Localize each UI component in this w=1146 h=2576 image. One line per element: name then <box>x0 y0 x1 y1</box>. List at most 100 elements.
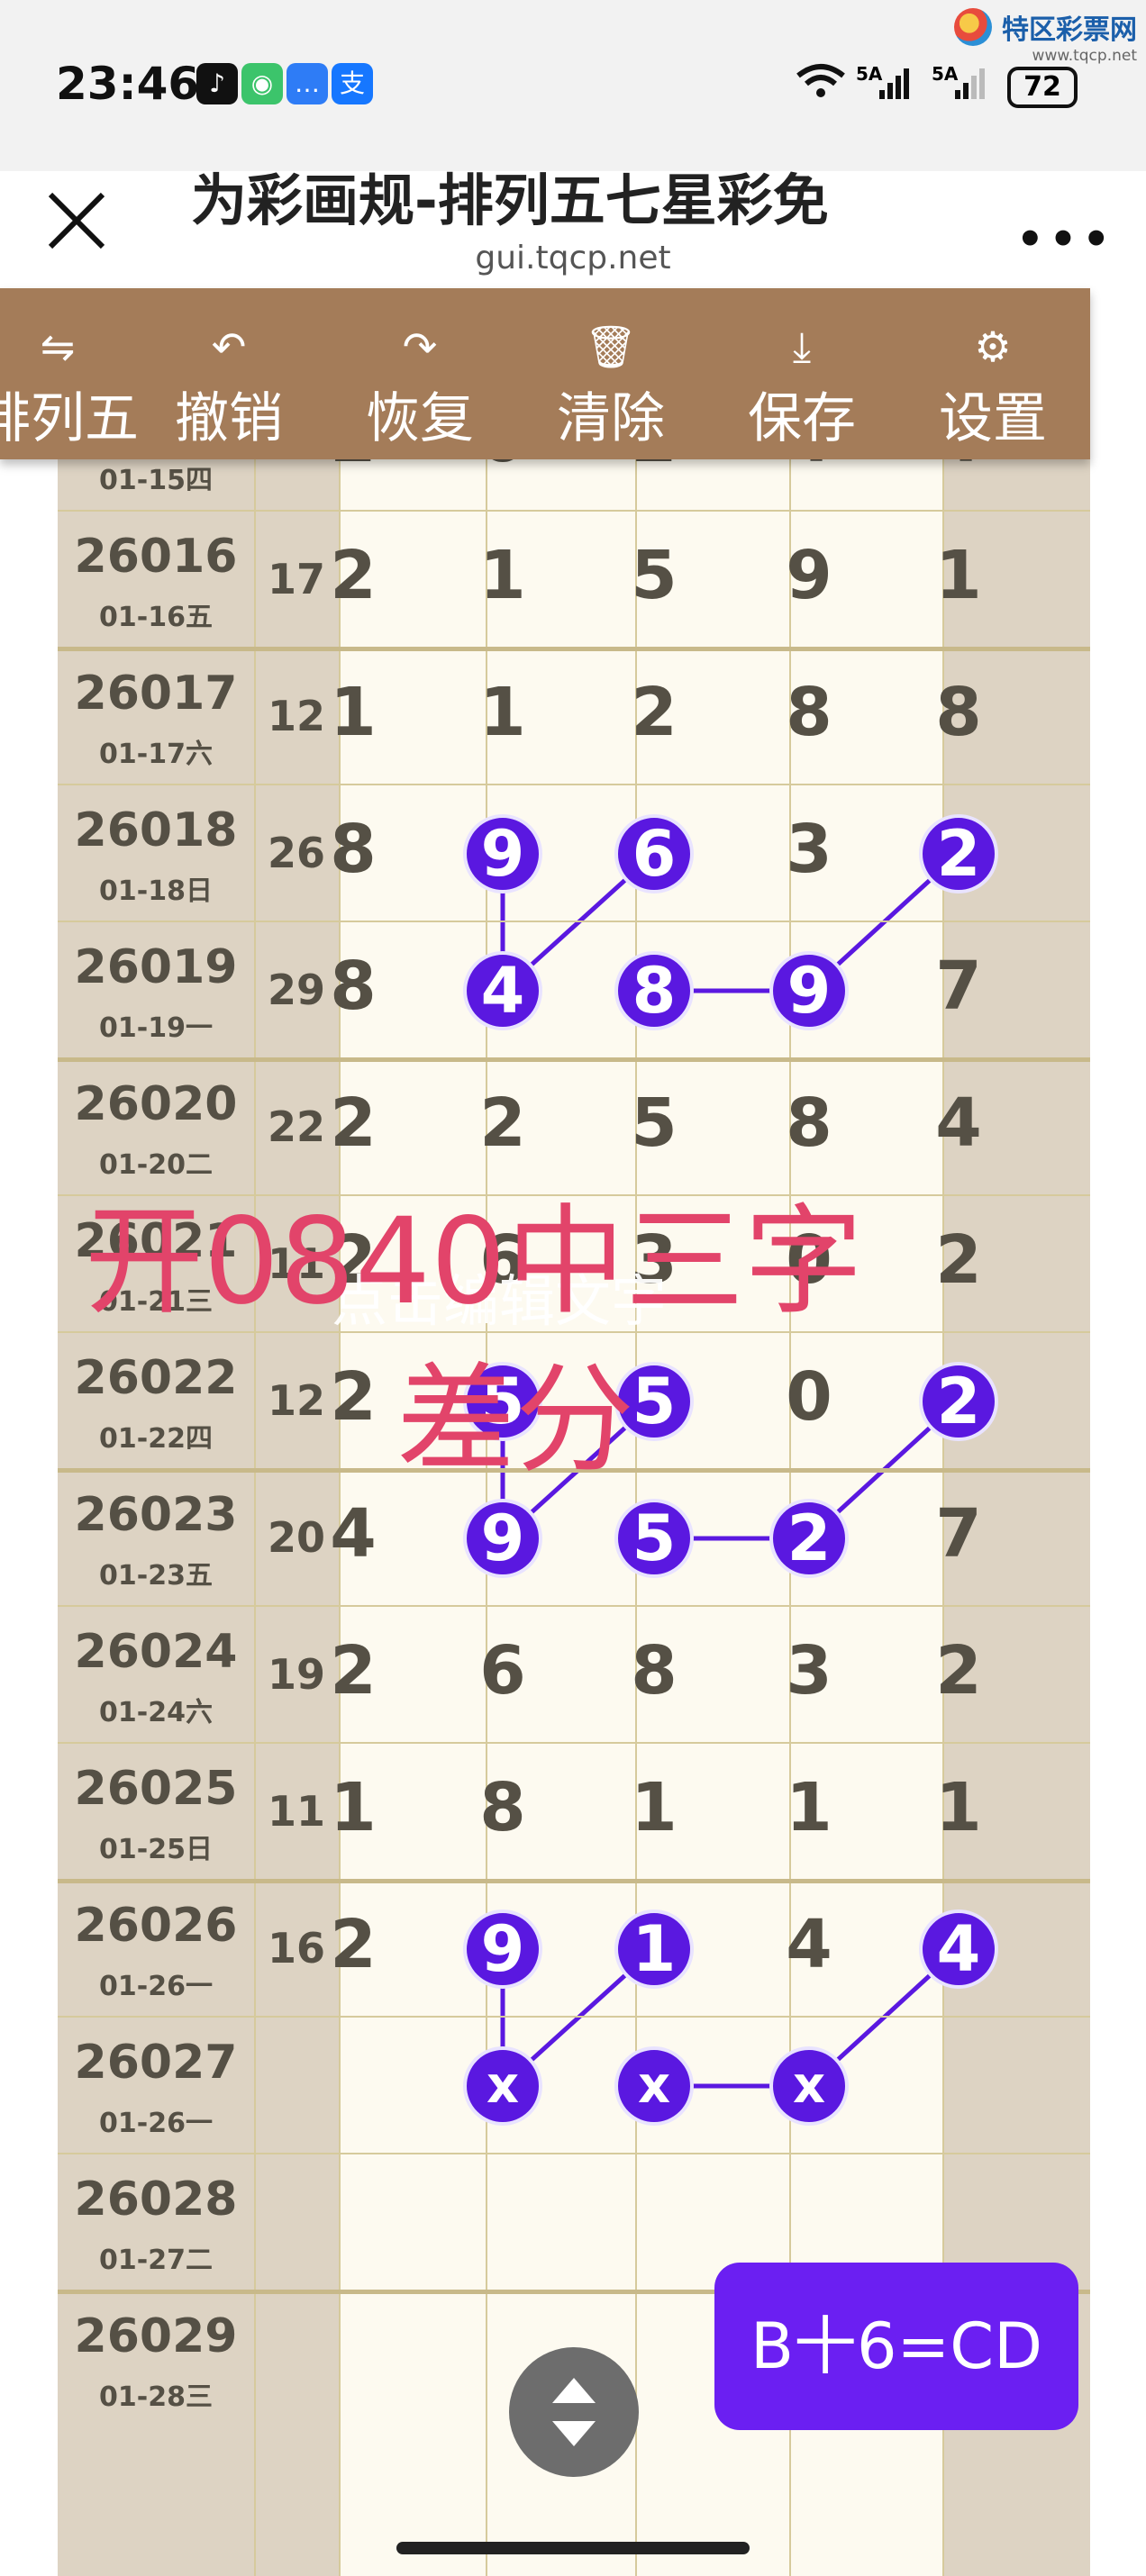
toolbar-label: 清除 <box>557 387 665 450</box>
signal-label-2: 5A <box>932 63 959 85</box>
circled-digit[interactable]: 2 <box>769 1499 849 1578</box>
circled-digit-label: 4 <box>480 954 525 1028</box>
toolbar-label: 排列五 <box>0 387 139 450</box>
circled-digit[interactable]: 1 <box>614 1909 694 1989</box>
digit-cell: 1 <box>330 1769 377 1846</box>
issue-date: 01-23五 <box>99 1560 213 1592</box>
row-divider <box>58 1879 1090 1883</box>
digit-cell: 2 <box>479 1084 526 1162</box>
circled-digit[interactable]: x <box>463 2046 542 2126</box>
circled-digit-label: 5 <box>632 1501 677 1575</box>
redo-icon: ↷ <box>402 322 438 371</box>
circled-digit[interactable]: x <box>769 2046 849 2126</box>
circled-digit-label: x <box>637 2056 671 2115</box>
digit-cell: 1 <box>786 1769 832 1846</box>
issue-number: 26029 <box>74 2309 238 2363</box>
issue-number: 26025 <box>74 1762 238 1816</box>
circled-digit[interactable]: 6 <box>614 814 694 893</box>
clear-icon: 🗑 <box>584 322 638 371</box>
settings-button[interactable]: ⚙ 设置 <box>912 288 1074 459</box>
toolbar-label: 设置 <box>939 387 1047 450</box>
circled-digit-label: 1 <box>632 1912 677 1986</box>
circled-digit[interactable]: 2 <box>919 1362 998 1441</box>
circled-digit-label: 2 <box>936 817 981 891</box>
redo-button[interactable]: ↷ 恢复 <box>339 288 501 459</box>
digit-cell: 2 <box>935 1632 982 1710</box>
signal-icon-2: 5A <box>932 63 991 104</box>
toolbar-label: 撤销 <box>175 387 283 450</box>
page-title: 为彩画规-排列五七星彩免 <box>191 168 829 233</box>
digit-cell: 4 <box>786 1906 832 1983</box>
wechat-mini-icon: ◉ <box>241 63 283 104</box>
annotation-text-line2[interactable]: 差分 <box>396 1324 634 1496</box>
digit-cell: 3 <box>786 1632 832 1710</box>
lottery-select-icon: ⇋ <box>40 322 76 371</box>
undo-icon: ↶ <box>211 322 247 371</box>
up-down-arrows-icon <box>552 2378 596 2446</box>
circled-digit-label: 4 <box>936 1912 981 1986</box>
digit-cell: 4 <box>330 1495 377 1573</box>
toolbar: ⇋ 排列五 ↶ 撤销 ↷ 恢复 🗑 清除 ⤓ 保存 ⚙ 设置 <box>0 288 1090 459</box>
issue-date: 01-26一 <box>99 2108 213 2139</box>
issue-date: 01-26一 <box>99 1971 213 2002</box>
circled-digit[interactable]: 9 <box>769 951 849 1030</box>
circled-digit[interactable]: 9 <box>463 814 542 893</box>
digit-cell: 7 <box>935 1495 982 1573</box>
circled-digit[interactable]: 8 <box>614 951 694 1030</box>
circled-digit-label: x <box>486 2056 520 2115</box>
signal-label-1: 5A <box>856 63 883 85</box>
clear-button[interactable]: 🗑 清除 <box>530 288 692 459</box>
watermark: 特区彩票网 www.tqcp.net <box>953 7 1137 65</box>
circled-digit[interactable]: 4 <box>919 1909 998 1989</box>
issue-date: 01-25日 <box>99 1834 213 1865</box>
battery-indicator: 72 <box>1007 67 1078 108</box>
digit-cell: 3 <box>786 811 832 888</box>
annotation-text-line1[interactable]: 开0840中三字 <box>85 1166 863 1338</box>
digit-cell: 2 <box>935 1221 982 1299</box>
save-icon: ⤓ <box>792 322 812 371</box>
save-button[interactable]: ⤓ 保存 <box>721 288 883 459</box>
circled-digit[interactable]: 5 <box>614 1499 694 1578</box>
digit-cell: 2 <box>330 1906 377 1983</box>
issue-date: 01-24六 <box>99 1697 213 1728</box>
circled-digit-label: 6 <box>632 817 677 891</box>
settings-icon: ⚙ <box>974 322 1012 371</box>
circled-digit[interactable]: 9 <box>463 1499 542 1578</box>
circled-digit[interactable]: 4 <box>463 951 542 1030</box>
circled-digit-label: 9 <box>480 1501 525 1575</box>
home-indicator[interactable] <box>396 2542 750 2554</box>
circled-digit-label: 9 <box>787 954 832 1028</box>
digit-cell: 4 <box>935 1084 982 1162</box>
alipay-icon: 支 <box>332 63 373 104</box>
digit-cell: 8 <box>631 1632 678 1710</box>
digit-cell: 1 <box>631 1769 678 1846</box>
circled-digit-label: 2 <box>936 1365 981 1438</box>
scroll-handle[interactable] <box>509 2347 639 2477</box>
undo-button[interactable]: ↶ 撤销 <box>148 288 310 459</box>
circled-digit-label: 5 <box>632 1365 677 1438</box>
formula-badge[interactable]: B十6=CD <box>714 2263 1078 2430</box>
issue-date: 01-19一 <box>99 1012 213 1044</box>
digit-cell: 2 <box>330 1358 377 1436</box>
circled-digit[interactable]: x <box>614 2046 694 2126</box>
row-divider <box>58 2016 1090 2018</box>
wifi-icon <box>796 63 845 99</box>
digit-cell: 2 <box>330 1632 377 1710</box>
issue-number: 26024 <box>74 1625 238 1679</box>
issue-number: 26027 <box>74 2036 238 2090</box>
toolbar-label: 恢复 <box>366 387 474 450</box>
more-icon[interactable]: ••• <box>1016 214 1115 265</box>
digit-cell: 8 <box>479 1769 526 1846</box>
circled-digit[interactable]: 2 <box>919 814 998 893</box>
row-divider <box>58 2153 1090 2154</box>
tiktok-icon: ♪ <box>196 63 238 104</box>
issue-number: 26019 <box>74 940 238 994</box>
issue-number: 26020 <box>74 1077 238 1131</box>
watermark-name: 特区彩票网 <box>1002 14 1137 46</box>
issue-date: 01-27二 <box>99 2245 213 2276</box>
row-divider <box>58 921 1090 922</box>
circled-digit-label: 8 <box>632 954 677 1028</box>
lottery-select-button[interactable]: ⇋ 排列五 <box>0 288 139 459</box>
row-divider <box>58 1742 1090 1744</box>
circled-digit[interactable]: 9 <box>463 1909 542 1989</box>
